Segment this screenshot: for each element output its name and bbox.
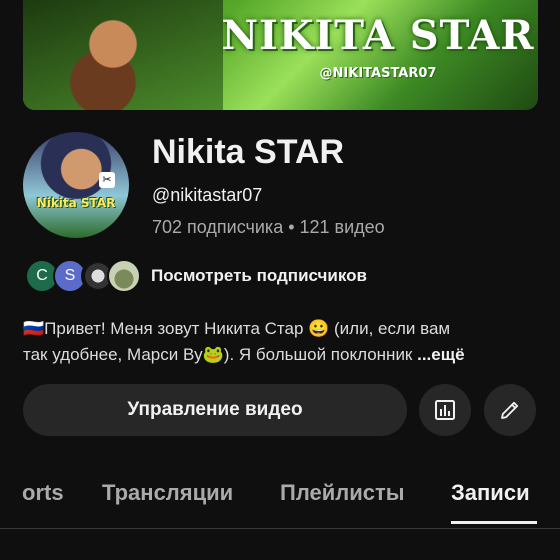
banner-artwork <box>23 0 223 110</box>
subscriber-avatar <box>107 259 141 293</box>
tab-posts[interactable]: Записи <box>451 480 530 506</box>
channel-tabs: orts Трансляции Плейлисты Записи <box>0 468 560 526</box>
tab-live[interactable]: Трансляции <box>102 480 233 506</box>
avatar-label: Nikita STAR <box>36 196 116 210</box>
view-subscribers-row[interactable]: C S Посмотреть подписчиков <box>25 259 545 295</box>
channel-handle: @nikitastar07 <box>152 185 263 205</box>
analytics-button[interactable] <box>419 384 471 436</box>
description-more-link[interactable]: ...ещё <box>417 345 464 364</box>
banner-title: NIKITA STAR <box>221 12 535 59</box>
banner-handle: @NIKITASTAR07 <box>319 66 437 81</box>
channel-description[interactable]: 🇷🇺Привет! Меня зовут Никита Стар 😀 (или,… <box>23 316 535 368</box>
view-subscribers-link[interactable]: Посмотреть подписчиков <box>151 266 367 286</box>
tabs-divider <box>0 528 560 529</box>
description-line-2-text: так удобнее, Марси Ву🐸). Я большой покло… <box>23 345 413 364</box>
channel-avatar[interactable]: ✂ Nikita STAR <box>23 132 129 238</box>
tab-shorts[interactable]: orts <box>22 480 64 506</box>
tab-playlists[interactable]: Плейлисты <box>280 480 405 506</box>
edit-channel-button[interactable] <box>484 384 536 436</box>
active-tab-indicator <box>451 521 537 524</box>
channel-name: Nikita STAR <box>152 133 345 171</box>
description-line-1: 🇷🇺Привет! Меня зовут Никита Стар 😀 (или,… <box>23 319 451 338</box>
capcut-badge-icon: ✂ <box>99 172 115 188</box>
bar-chart-icon <box>435 400 455 420</box>
manage-videos-button[interactable]: Управление видео <box>23 384 407 436</box>
channel-banner: NIKITA STAR @NIKITASTAR07 <box>23 0 538 110</box>
pencil-icon <box>501 401 519 419</box>
channel-stats: 702 подписчика • 121 видео <box>152 217 385 237</box>
description-line-2: так удобнее, Марси Ву🐸). Я большой покло… <box>23 342 535 368</box>
